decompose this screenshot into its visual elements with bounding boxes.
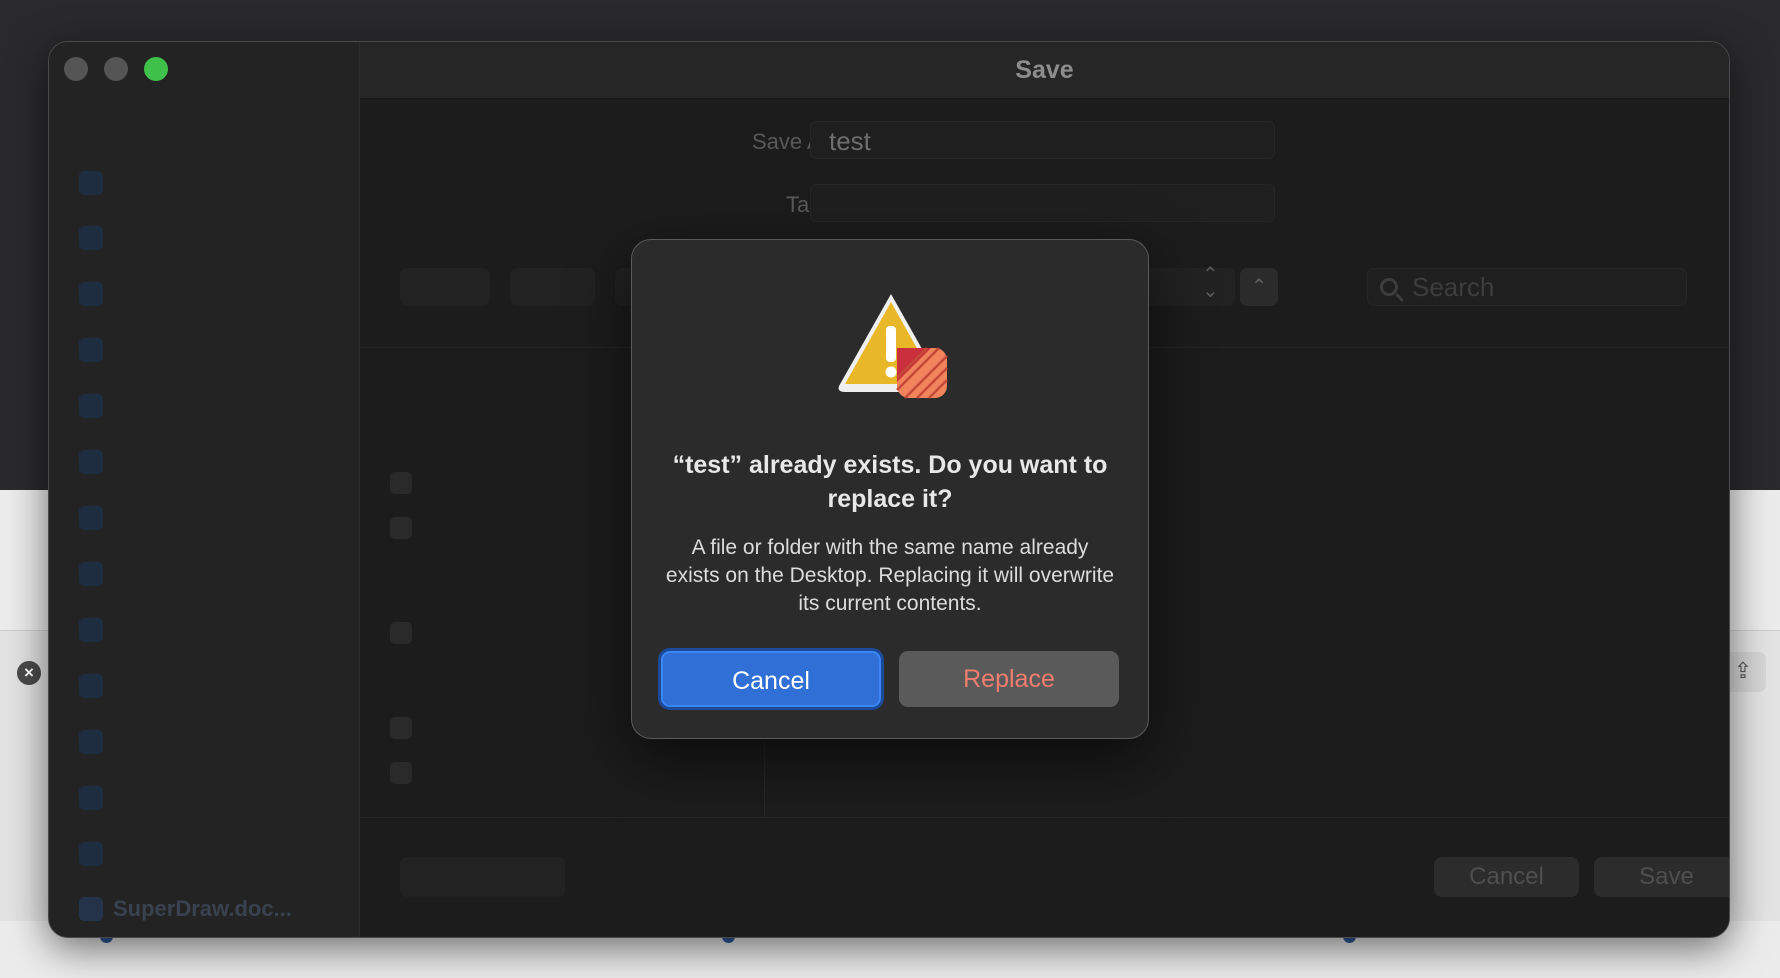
replace-button[interactable]: Replace: [899, 651, 1119, 707]
folder-icon: [79, 674, 103, 698]
sidebar-item[interactable]: [79, 279, 103, 309]
title-bar: Save: [360, 42, 1729, 99]
folder-icon: [79, 171, 103, 195]
close-window-button[interactable]: [64, 57, 88, 81]
sidebar-item[interactable]: [79, 223, 103, 253]
folder-icon: [79, 506, 103, 530]
app-badge-icon: [896, 347, 948, 399]
alert-title: “test” already exists. Do you want to re…: [672, 451, 1108, 513]
close-icon[interactable]: ×: [17, 661, 41, 685]
document-icon: [79, 897, 103, 921]
alert-message: A file or folder with the same name alre…: [665, 536, 1115, 615]
minimize-window-button[interactable]: [104, 57, 128, 81]
up-down-arrows-icon: ⌃ ⌄: [1202, 264, 1219, 302]
file-row-icon: [390, 717, 412, 739]
search-field[interactable]: Search: [1367, 268, 1687, 306]
divider: [360, 817, 1729, 818]
save-as-field[interactable]: test: [810, 121, 1275, 159]
sidebar-item[interactable]: [79, 447, 103, 477]
folder-icon: [79, 338, 103, 362]
file-row-icon: [390, 622, 412, 644]
chevron-up-icon[interactable]: ⌃: [1240, 268, 1278, 306]
file-row-icon: [390, 472, 412, 494]
sidebar-item[interactable]: [79, 671, 103, 701]
folder-icon: [79, 730, 103, 754]
folder-icon: [79, 842, 103, 866]
sidebar-item[interactable]: [79, 839, 103, 869]
sidebar-item-bottom[interactable]: SuperDraw.doc...: [79, 896, 292, 922]
folder-icon: [79, 226, 103, 250]
replace-alert: “test” already exists. Do you want to re…: [631, 239, 1149, 739]
file-row-icon: [390, 762, 412, 784]
sidebar: SuperDraw.doc...: [49, 42, 360, 937]
warning-triangle-icon: [838, 294, 948, 399]
sidebar-item[interactable]: [79, 391, 103, 421]
folder-icon: [79, 618, 103, 642]
window-title: Save: [1015, 56, 1074, 84]
file-row-icon: [390, 517, 412, 539]
search-placeholder: Search: [1412, 272, 1495, 302]
sidebar-item[interactable]: [79, 615, 103, 645]
folder-icon: [79, 394, 103, 418]
sidebar-item[interactable]: [79, 503, 103, 533]
sidebar-item[interactable]: [79, 783, 103, 813]
new-folder-button[interactable]: [400, 857, 565, 897]
sidebar-item[interactable]: [79, 335, 103, 365]
sidebar-item[interactable]: [79, 559, 103, 589]
folder-icon: [79, 282, 103, 306]
tags-field[interactable]: [810, 184, 1275, 222]
sidebar-item-bottom-label: SuperDraw.doc...: [113, 896, 292, 921]
cancel-button[interactable]: Cancel: [661, 651, 881, 707]
sidebar-item[interactable]: [79, 168, 103, 198]
sidebar-item[interactable]: [79, 727, 103, 757]
folder-icon: [79, 450, 103, 474]
save-dialog-cancel-button[interactable]: Cancel: [1434, 857, 1579, 897]
search-icon: [1380, 278, 1398, 296]
view-mode-button[interactable]: [400, 268, 490, 306]
folder-icon: [79, 562, 103, 586]
group-button[interactable]: [510, 268, 595, 306]
folder-icon: [79, 786, 103, 810]
zoom-window-button[interactable]: [144, 57, 168, 81]
save-dialog-save-button[interactable]: Save: [1594, 857, 1729, 897]
